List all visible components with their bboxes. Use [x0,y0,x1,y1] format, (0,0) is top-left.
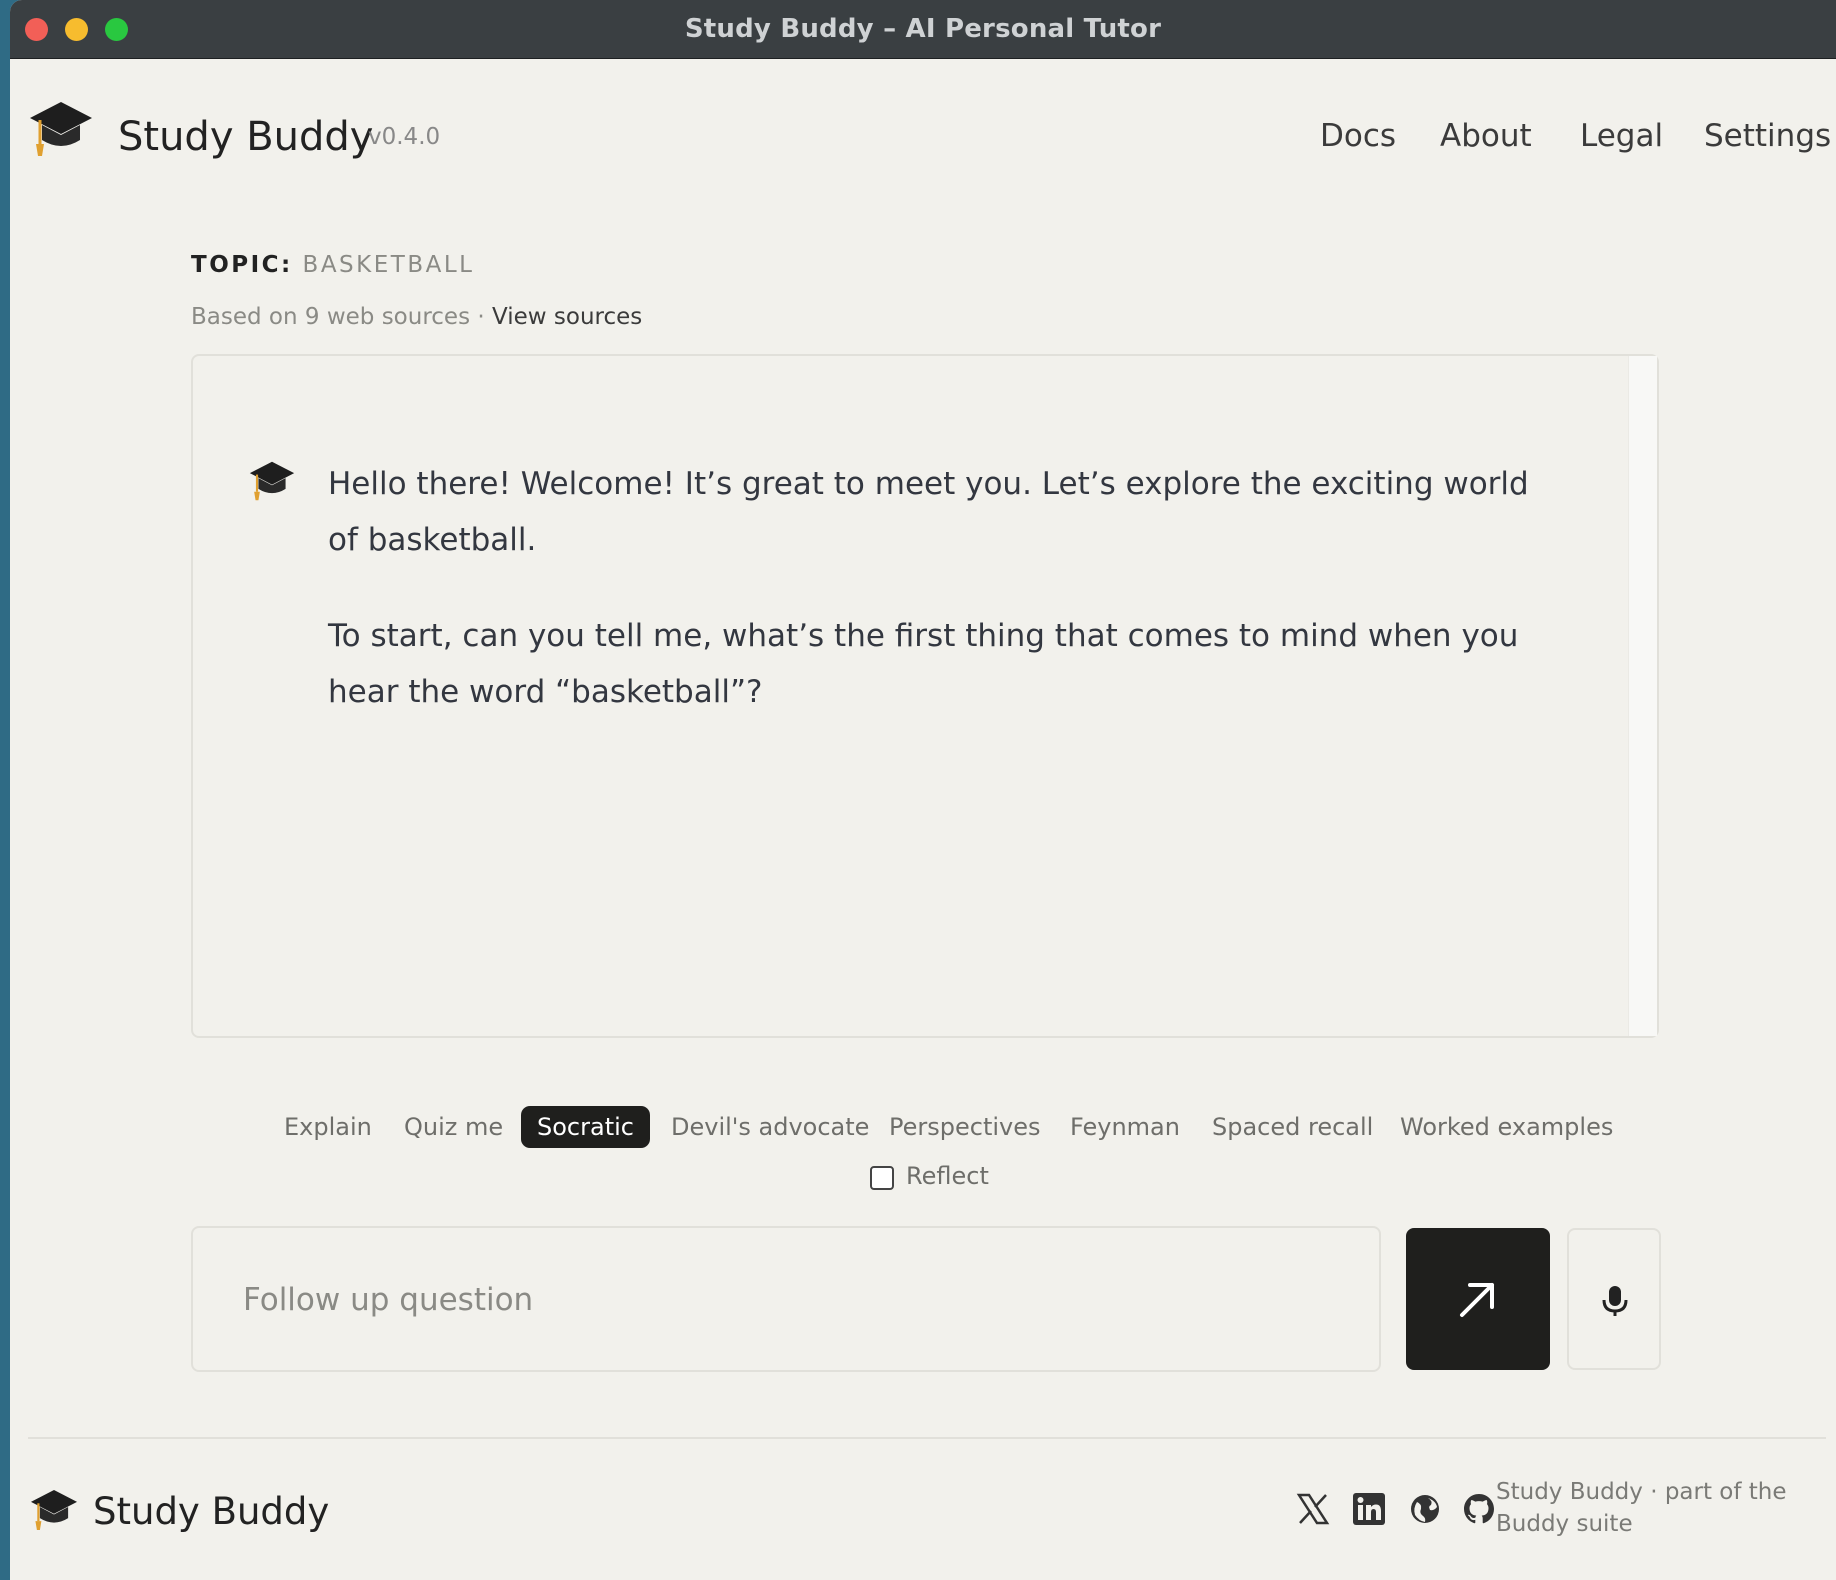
footer-brand: Study Buddy [93,1490,330,1533]
follow-up-input-container [191,1226,1381,1372]
linkedin-icon[interactable] [1352,1492,1386,1526]
assistant-avatar-icon [249,461,295,501]
mode-socratic[interactable]: Socratic [521,1106,650,1148]
nav-settings[interactable]: Settings [1704,118,1831,154]
nav-legal[interactable]: Legal [1580,118,1663,154]
chat-scrollbar[interactable] [1628,356,1657,1036]
microphone-icon [1602,1286,1628,1316]
topic-heading: TOPIC: BASKETBALL [191,252,474,278]
send-button[interactable] [1406,1228,1550,1370]
title-bar: Study Buddy – AI Personal Tutor [10,0,1836,59]
topic-value: BASKETBALL [302,252,475,278]
footer-graduation-cap-icon [30,1489,78,1531]
x-icon[interactable] [1296,1492,1330,1526]
sources-separator: · [477,304,485,330]
mode-spaced-recall[interactable]: Spaced recall [1196,1106,1389,1148]
globe-icon[interactable] [1408,1492,1442,1526]
mode-worked-examples[interactable]: Worked examples [1384,1106,1629,1148]
reflect-label: Reflect [906,1162,989,1190]
topic-label: TOPIC: [191,252,293,278]
chat-panel: Hello there! Welcome! It’s great to meet… [191,354,1659,1038]
follow-up-input[interactable] [241,1228,1365,1372]
mode-explain[interactable]: Explain [268,1106,388,1148]
message-paragraph: To start, can you tell me, what’s the fi… [328,618,1519,710]
version-label: v0.4.0 [368,124,441,150]
mode-feynman[interactable]: Feynman [1054,1106,1196,1148]
app-name: Study Buddy [118,114,374,160]
mode-devils-advocate[interactable]: Devil's advocate [655,1106,885,1148]
reflect-checkbox[interactable] [870,1166,894,1190]
mode-perspectives[interactable]: Perspectives [873,1106,1057,1148]
sources-count-text: Based on 9 web sources [191,304,471,330]
arrow-up-right-icon [1460,1283,1494,1317]
github-icon[interactable] [1462,1492,1496,1526]
message-paragraph: Hello there! Welcome! It’s great to meet… [328,466,1529,558]
nav-docs[interactable]: Docs [1320,118,1396,154]
footer-divider [28,1437,1826,1439]
app-window: Study Buddy – AI Personal Tutor Study Bu… [10,0,1836,1580]
nav-about[interactable]: About [1440,118,1532,154]
footer-suite-text: Study Buddy · part of the Buddy suite [1496,1479,1787,1537]
sources-line: Based on 9 web sources · View sources [191,304,642,330]
microphone-button[interactable] [1567,1228,1661,1370]
assistant-message: Hello there! Welcome! It’s great to meet… [328,456,1568,760]
graduation-cap-icon [30,102,92,156]
mode-quiz-me[interactable]: Quiz me [388,1106,519,1148]
view-sources-link[interactable]: View sources [492,304,642,330]
window-title: Study Buddy – AI Personal Tutor [684,14,1162,44]
